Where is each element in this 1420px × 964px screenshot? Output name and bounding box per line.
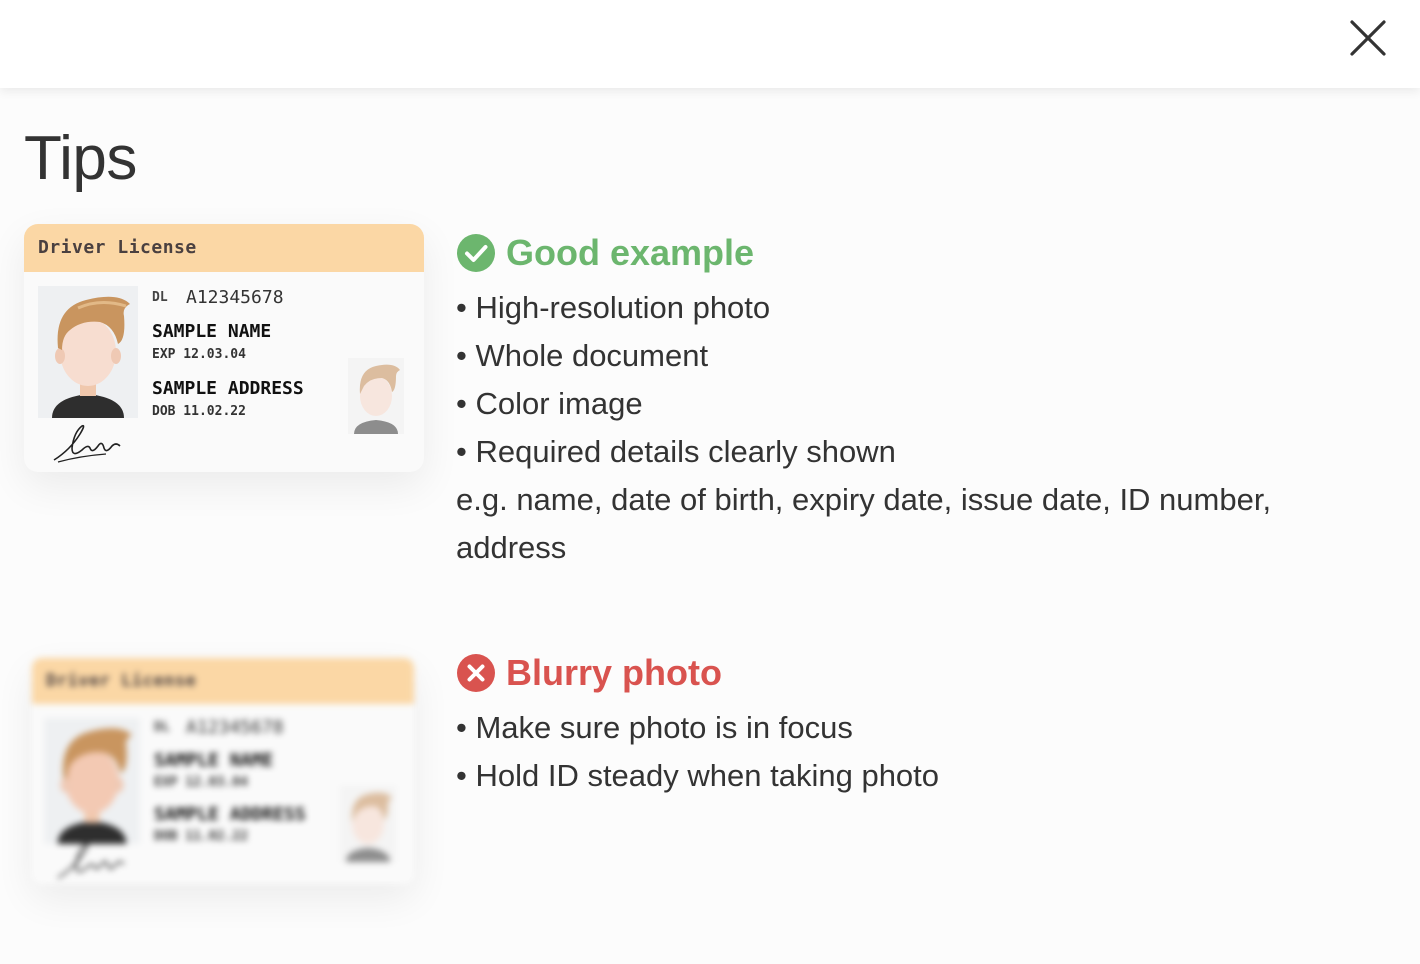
portrait-image <box>38 286 138 418</box>
card-name: SAMPLE NAME <box>152 321 272 342</box>
blurry-photo-tip: Blurry photo • Make sure photo is in foc… <box>456 650 939 800</box>
dl-label: DL <box>154 720 170 735</box>
x-circle-icon <box>456 653 496 693</box>
card-expiry: EXP 12.03.04 <box>152 347 246 362</box>
card-address: SAMPLE ADDRESS <box>152 378 304 399</box>
tip-note: e.g. name, date of birth, expiry date, i… <box>456 482 1272 565</box>
card-header: Driver License <box>24 224 424 272</box>
tip-item: • Make sure photo is in focus <box>456 710 853 745</box>
card-header: Driver License <box>32 658 414 704</box>
tip-item: • Color image <box>456 386 643 421</box>
ghost-portrait-image <box>340 786 396 862</box>
tip-item: • Whole document <box>456 338 709 373</box>
good-example-tip: Good example • High-resolution photo • W… <box>456 230 1336 572</box>
card-address: SAMPLE ADDRESS <box>154 804 306 825</box>
card-expiry: EXP 12.03.04 <box>154 775 248 790</box>
ghost-portrait-image <box>348 358 404 434</box>
dl-number: A12345678 <box>186 717 284 738</box>
top-bar <box>0 0 1420 88</box>
blurry-example-id-card: Driver License DL A12345678 SAMPLE NAME … <box>32 658 414 884</box>
tip-heading: Blurry photo <box>456 650 939 696</box>
card-dob: DOB 11.02.22 <box>154 829 248 844</box>
tip-heading: Good example <box>456 230 1336 276</box>
good-example-id-card: Driver License DL A12345678 SAMPLE NAME … <box>24 224 424 472</box>
tip-title: Blurry photo <box>506 652 722 693</box>
tip-title: Good example <box>506 232 755 273</box>
tip-item: • Hold ID steady when taking photo <box>456 758 940 793</box>
signature <box>50 420 126 466</box>
card-dob: DOB 11.02.22 <box>152 404 246 419</box>
close-button[interactable] <box>1346 16 1390 60</box>
close-icon <box>1350 20 1386 56</box>
check-circle-icon <box>456 233 496 273</box>
dl-label: DL <box>152 290 168 305</box>
tip-item: • Required details clearly shown <box>456 434 896 469</box>
page-title: Tips <box>24 124 137 193</box>
card-name: SAMPLE NAME <box>154 750 274 771</box>
signature <box>54 838 130 884</box>
tip-list: • High-resolution photo • Whole document… <box>456 284 1336 572</box>
tip-list: • Make sure photo is in focus • Hold ID … <box>456 704 939 800</box>
portrait-image <box>44 718 140 844</box>
dl-number: A12345678 <box>186 287 284 308</box>
tip-item: • High-resolution photo <box>456 290 771 325</box>
